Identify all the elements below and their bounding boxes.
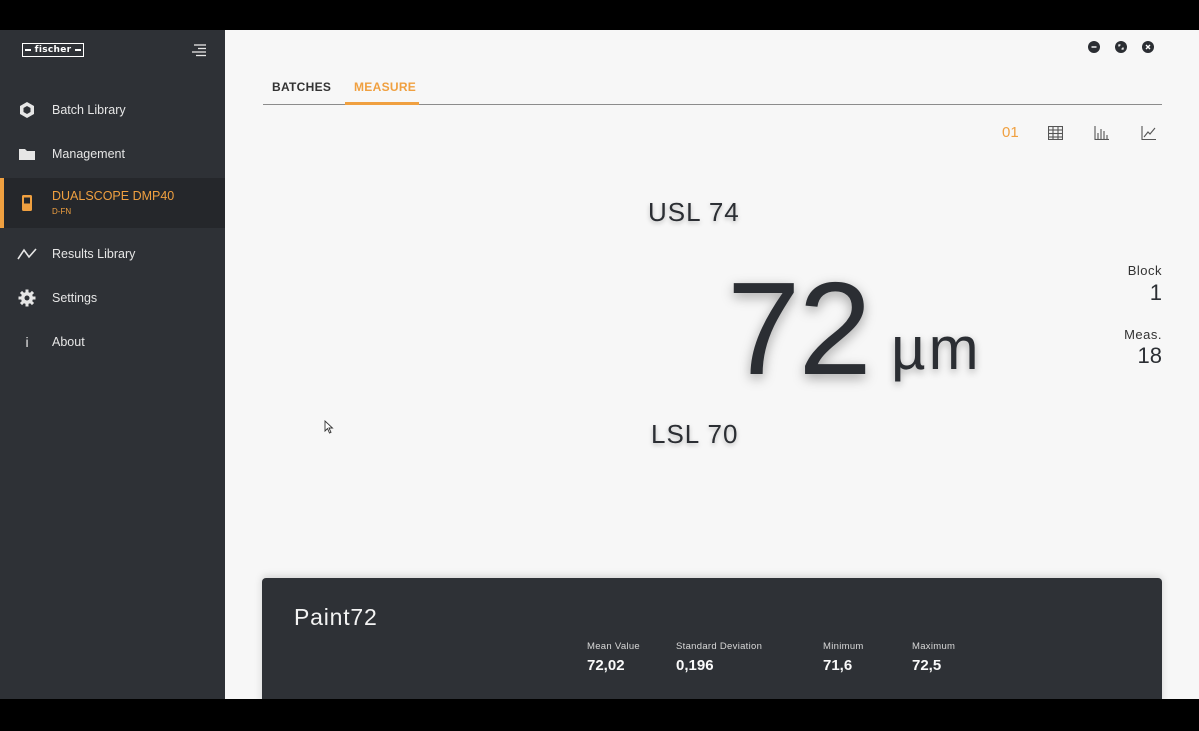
stat-value: 0,196: [676, 657, 714, 674]
sidebar-item-management[interactable]: Management: [0, 132, 225, 176]
main-content: BATCHES MEASURE 01 USL 74 72 µm LSL 70 B…: [225, 30, 1199, 699]
single-value-view-button[interactable]: 01: [1002, 124, 1019, 141]
info-icon: i: [25, 334, 29, 350]
stat-label: Minimum: [823, 641, 864, 652]
upper-spec-limit: USL 74: [648, 197, 740, 227]
hexagon-icon: [17, 100, 37, 120]
bottom-letterbox: [0, 699, 1199, 731]
gear-icon: [17, 288, 37, 308]
minimize-icon[interactable]: [1088, 41, 1100, 53]
tab-bar: BATCHES MEASURE: [263, 73, 1162, 105]
lower-spec-limit: LSL 70: [651, 419, 739, 449]
menu-toggle-icon[interactable]: [190, 42, 208, 58]
device-icon: [17, 193, 37, 213]
sidebar-item-label: Management: [52, 147, 125, 161]
histogram-icon[interactable]: [1094, 126, 1109, 145]
block-value: 1: [1149, 280, 1162, 305]
table-icon[interactable]: [1047, 125, 1064, 145]
sidebar: fischer Batch Library Management DUALSCO…: [0, 30, 225, 699]
stat-label: Maximum: [912, 641, 956, 652]
sidebar-item-settings[interactable]: Settings: [0, 276, 225, 320]
sidebar-item-results-library[interactable]: Results Library: [0, 232, 225, 276]
trend-chart-icon[interactable]: [1141, 126, 1156, 145]
stat-mean: Mean Value 72,02: [587, 641, 640, 674]
meas-value: 18: [1137, 343, 1162, 368]
measurement-unit: µm: [891, 315, 982, 382]
stat-value: 71,6: [823, 657, 853, 674]
sidebar-item-sublabel: D-FN: [52, 207, 72, 216]
stat-maximum: Maximum 72,5: [912, 641, 955, 674]
mouse-cursor-icon: [324, 419, 334, 439]
sidebar-item-about[interactable]: i About: [0, 320, 225, 364]
tab-measure[interactable]: MEASURE: [354, 80, 416, 94]
sidebar-item-label: About: [52, 335, 85, 349]
sidebar-item-dualscope[interactable]: DUALSCOPE DMP40 D-FN: [0, 178, 225, 228]
measurement-value: 72: [727, 255, 872, 402]
maximize-icon[interactable]: [1115, 41, 1127, 53]
stat-label: Mean Value: [587, 641, 640, 652]
sidebar-item-label: Batch Library: [52, 103, 126, 117]
stat-std-dev: Standard Deviation 0,196: [676, 641, 762, 674]
block-label: Block: [1127, 263, 1162, 278]
app-window: fischer Batch Library Management DUALSCO…: [0, 30, 1199, 699]
sidebar-item-label: Settings: [52, 291, 98, 305]
folder-icon: [17, 144, 37, 164]
sidebar-item-label: DUALSCOPE DMP40: [52, 189, 175, 203]
sidebar-item-label: Results Library: [52, 247, 136, 261]
active-tab-indicator: [345, 102, 419, 105]
chart-line-icon: [17, 244, 37, 264]
stat-label: Standard Deviation: [676, 641, 763, 652]
meas-label: Meas.: [1124, 327, 1162, 342]
stat-minimum: Minimum 71,6: [823, 641, 864, 674]
tab-batches[interactable]: BATCHES: [272, 80, 331, 94]
batch-summary-panel: Paint72 Mean Value 72,02 Standard Deviat…: [262, 578, 1162, 699]
sidebar-item-batch-library[interactable]: Batch Library: [0, 88, 225, 132]
batch-name: Paint72: [294, 604, 378, 630]
stat-value: 72,02: [587, 657, 625, 674]
close-icon[interactable]: [1142, 41, 1154, 53]
stat-value: 72,5: [912, 657, 942, 674]
fischer-logo: fischer: [22, 43, 84, 57]
